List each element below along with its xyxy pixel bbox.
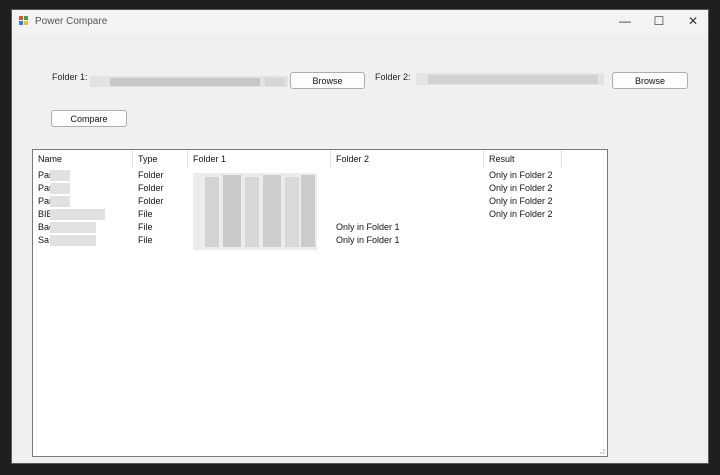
- resize-grip-icon[interactable]: [597, 446, 605, 454]
- table-row[interactable]: Par Folder Only in Folder 2: [33, 182, 607, 195]
- folder2-path-field[interactable]: [416, 72, 604, 86]
- folder1-browse-button[interactable]: Browse: [290, 72, 365, 89]
- column-header-folder2[interactable]: Folder 2: [331, 150, 484, 168]
- table-row[interactable]: Bac File Only in Folder 1: [33, 221, 607, 234]
- cell-name: Par: [38, 196, 53, 206]
- cell-type: Folder: [138, 170, 164, 180]
- cell-result: Only in Folder 2: [489, 209, 553, 219]
- redacted-name: [50, 196, 70, 207]
- table-row[interactable]: Sa File Only in Folder 1: [33, 234, 607, 247]
- redacted-name: [50, 183, 70, 194]
- cell-folder2: [331, 182, 484, 195]
- table-row[interactable]: BIE File Only in Folder 2: [33, 208, 607, 221]
- folder2-label: Folder 2:: [375, 72, 411, 82]
- minimize-button[interactable]: —: [608, 10, 642, 32]
- cell-result: [484, 221, 584, 234]
- table-row[interactable]: Par Folder Only in Folder 2: [33, 195, 607, 208]
- title-bar[interactable]: Power Compare — ☐ ✕: [12, 10, 708, 34]
- windows-app-icon: [19, 16, 29, 26]
- cell-folder2: Only in Folder 1: [336, 235, 400, 245]
- close-button[interactable]: ✕: [676, 10, 710, 32]
- folder2-browse-button[interactable]: Browse: [612, 72, 688, 89]
- close-icon: ✕: [687, 14, 699, 28]
- cell-result: [484, 234, 584, 247]
- cell-type: Folder: [138, 196, 164, 206]
- cell-result: Only in Folder 2: [489, 196, 553, 206]
- minimize-icon: —: [619, 14, 631, 28]
- column-header-folder1[interactable]: Folder 1: [188, 150, 331, 168]
- window-title: Power Compare: [35, 16, 108, 27]
- cell-result: Only in Folder 2: [489, 170, 553, 180]
- app-window: Power Compare — ☐ ✕ Folder 1: Browse Fol…: [11, 9, 709, 464]
- redacted-name: [50, 235, 96, 246]
- table-row[interactable]: Par Folder Only in Folder 2: [33, 169, 607, 182]
- maximize-button[interactable]: ☐: [642, 10, 676, 32]
- cell-name: Par: [38, 170, 53, 180]
- cell-type: File: [138, 222, 153, 232]
- cell-result: Only in Folder 2: [489, 183, 553, 193]
- column-header-result[interactable]: Result: [484, 150, 562, 168]
- column-header-name[interactable]: Name: [33, 150, 133, 168]
- redacted-name: [50, 209, 105, 220]
- results-listview[interactable]: Name Type Folder 1 Folder 2 Result Par Fo…: [32, 149, 608, 457]
- cell-type: File: [138, 209, 153, 219]
- cell-name: Par: [38, 183, 53, 193]
- redacted-folder1-column: [193, 173, 317, 250]
- cell-folder2: [331, 208, 484, 221]
- redacted-name: [50, 222, 96, 233]
- cell-folder2: Only in Folder 1: [336, 222, 400, 232]
- compare-button[interactable]: Compare: [51, 110, 127, 127]
- column-header-type[interactable]: Type: [133, 150, 188, 168]
- redacted-name: [50, 170, 70, 181]
- cell-folder2: [331, 169, 484, 182]
- cell-type: File: [138, 235, 153, 245]
- cell-type: Folder: [138, 183, 164, 193]
- maximize-icon: ☐: [653, 14, 665, 28]
- cell-folder2: [331, 195, 484, 208]
- table-header: Name Type Folder 1 Folder 2 Result: [33, 150, 607, 168]
- folder1-path-field[interactable]: [90, 74, 288, 88]
- folder1-label: Folder 1:: [52, 72, 88, 82]
